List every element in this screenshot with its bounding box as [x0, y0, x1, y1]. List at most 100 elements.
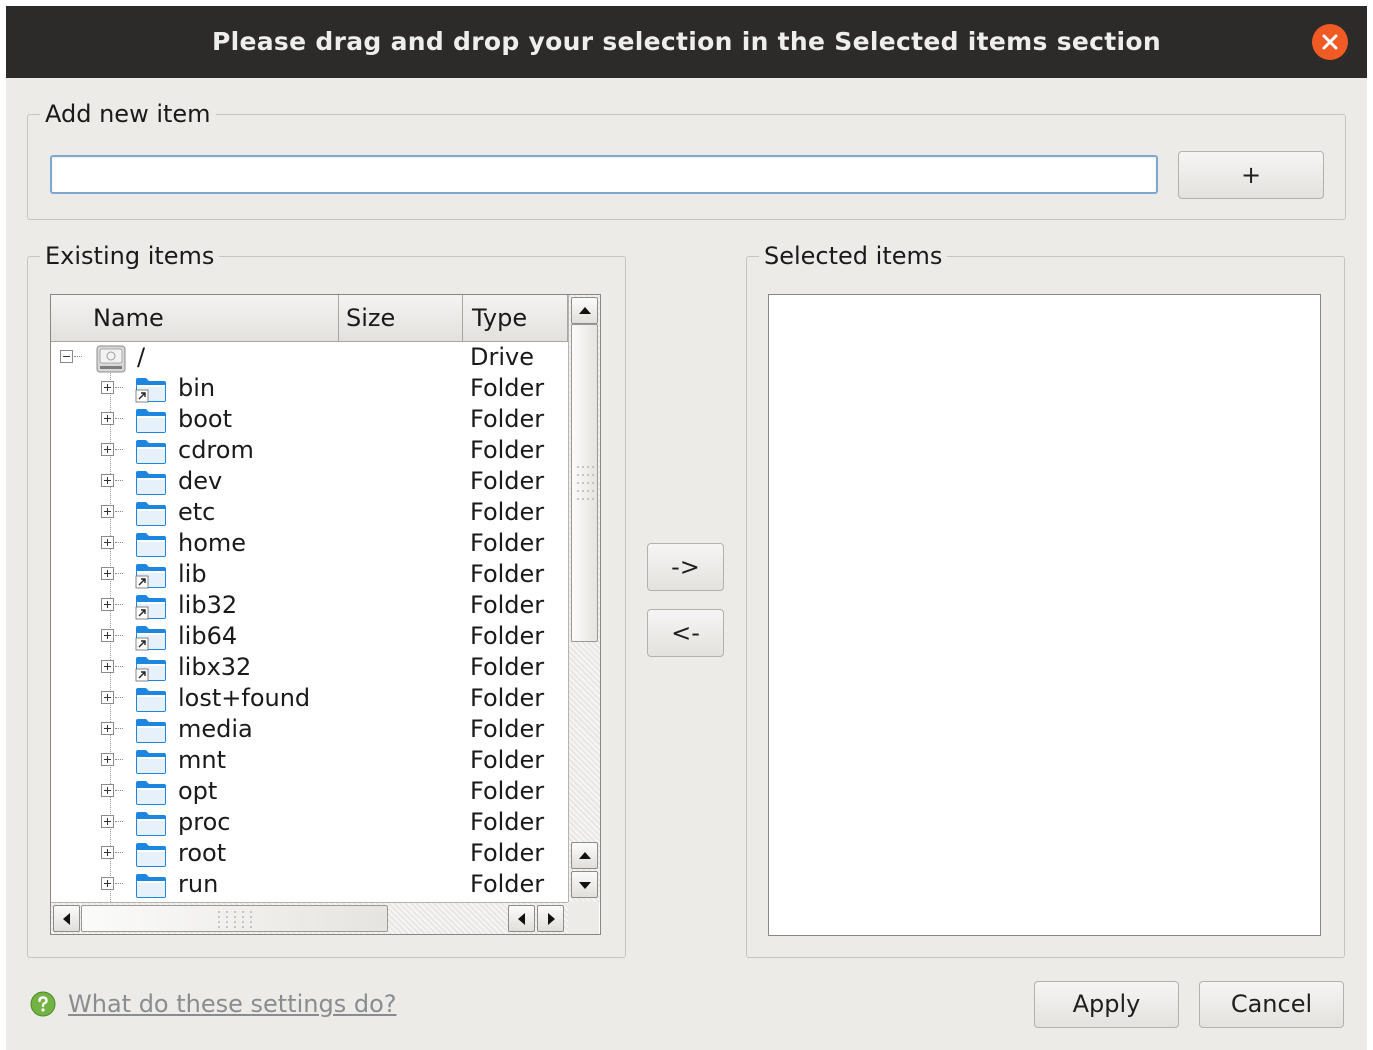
horizontal-scrollbar[interactable]	[51, 902, 568, 934]
tree-connector	[115, 573, 123, 574]
tree-row[interactable]: cdrom Folder	[51, 435, 568, 466]
expand-icon[interactable]	[101, 691, 114, 704]
scroll-up-button[interactable]	[571, 297, 598, 324]
column-header-name[interactable]: Name	[51, 295, 339, 341]
tree-connector	[115, 387, 123, 388]
row-type: Folder	[470, 653, 545, 681]
tree-row[interactable]: lib Folder	[51, 559, 568, 590]
folder-icon	[135, 685, 167, 713]
expand-icon[interactable]	[101, 474, 114, 487]
remove-from-selected-button[interactable]: <-	[647, 609, 724, 657]
arrow-right-icon	[548, 913, 555, 925]
row-name: home	[178, 529, 247, 557]
tree-row[interactable]: lib32 Folder	[51, 590, 568, 621]
tree-row[interactable]: run Folder	[51, 869, 568, 900]
tree-row[interactable]: etc Folder	[51, 497, 568, 528]
expand-icon[interactable]	[101, 567, 114, 580]
tree-connector	[115, 666, 123, 667]
add-item-button[interactable]: +	[1178, 151, 1324, 199]
close-button[interactable]	[1312, 24, 1348, 60]
tree-row[interactable]: opt Folder	[51, 776, 568, 807]
cancel-button[interactable]: Cancel	[1199, 981, 1344, 1028]
tree-connector	[115, 728, 123, 729]
scroll-corner	[568, 902, 599, 934]
tree-row[interactable]: dev Folder	[51, 466, 568, 497]
help-link[interactable]: What do these settings do?	[68, 988, 397, 1020]
row-name: root	[178, 839, 227, 867]
column-header-type[interactable]: Type	[463, 295, 568, 341]
tree-row[interactable]: proc Folder	[51, 807, 568, 838]
expand-icon[interactable]	[101, 536, 114, 549]
tree-connector	[115, 418, 123, 419]
expand-icon[interactable]	[101, 629, 114, 642]
existing-items-group: Existing items Name Size Type / Drive bin…	[27, 243, 626, 958]
scroll-right-button[interactable]	[537, 905, 564, 932]
folder-link-icon	[135, 561, 167, 589]
tree-row[interactable]: lib64 Folder	[51, 621, 568, 652]
expand-icon[interactable]	[101, 784, 114, 797]
row-type: Folder	[470, 715, 545, 743]
row-type: Folder	[470, 374, 545, 402]
tree-row[interactable]: mnt Folder	[51, 745, 568, 776]
tree-connector	[115, 697, 123, 698]
vertical-scroll-thumb[interactable]	[571, 324, 598, 642]
expand-icon[interactable]	[101, 598, 114, 611]
folder-icon	[135, 778, 167, 806]
expand-icon[interactable]	[101, 877, 114, 890]
expand-icon[interactable]	[101, 722, 114, 735]
selected-items-list[interactable]	[768, 294, 1321, 936]
arrow-up-icon	[579, 307, 591, 314]
tree-row[interactable]: home Folder	[51, 528, 568, 559]
expand-icon[interactable]	[101, 660, 114, 673]
scroll-left-button[interactable]	[53, 905, 80, 932]
horizontal-scroll-thumb[interactable]	[81, 905, 388, 932]
tree-row[interactable]: root Folder	[51, 838, 568, 869]
selected-items-group: Selected items	[746, 243, 1345, 958]
apply-button[interactable]: Apply	[1034, 981, 1179, 1028]
arrow-down-icon	[579, 882, 591, 889]
vertical-scrollbar[interactable]	[568, 295, 600, 902]
row-type: Folder	[470, 529, 545, 557]
tree-header: Name Size Type	[51, 295, 568, 342]
new-item-input[interactable]	[50, 155, 1158, 194]
tree-connector	[115, 449, 123, 450]
tree-row[interactable]: bin Folder	[51, 373, 568, 404]
title-bar[interactable]: Please drag and drop your selection in t…	[6, 6, 1367, 78]
tree-row[interactable]: boot Folder	[51, 404, 568, 435]
row-name: libx32	[178, 653, 252, 681]
folder-icon	[135, 468, 167, 496]
row-name: bin	[178, 374, 216, 402]
expand-icon[interactable]	[101, 412, 114, 425]
row-name: boot	[178, 405, 233, 433]
tree-row[interactable]: lost+found Folder	[51, 683, 568, 714]
row-type: Folder	[470, 405, 545, 433]
folder-icon	[135, 530, 167, 558]
row-name: /	[137, 343, 146, 371]
tree-row[interactable]: media Folder	[51, 714, 568, 745]
row-type: Folder	[470, 591, 545, 619]
move-to-selected-button[interactable]: ->	[647, 543, 724, 591]
row-type: Folder	[470, 808, 545, 836]
expand-icon[interactable]	[101, 443, 114, 456]
collapse-icon[interactable]	[60, 350, 73, 363]
expand-icon[interactable]	[101, 846, 114, 859]
scroll-down-button[interactable]	[571, 871, 598, 898]
tree-row[interactable]: libx32 Folder	[51, 652, 568, 683]
tree-row[interactable]: / Drive	[51, 342, 568, 373]
arrow-left-icon	[63, 913, 70, 925]
expand-icon[interactable]	[101, 505, 114, 518]
scroll-up-button-lower[interactable]	[571, 842, 598, 869]
file-tree[interactable]: Name Size Type / Drive bin Folder boot Fold…	[50, 294, 601, 935]
column-header-size[interactable]: Size	[339, 295, 463, 341]
folder-icon	[135, 747, 167, 775]
expand-icon[interactable]	[101, 753, 114, 766]
folder-link-icon	[135, 592, 167, 620]
add-new-item-group: Add new item +	[27, 101, 1346, 220]
folder-icon	[135, 499, 167, 527]
row-name: opt	[178, 777, 218, 805]
tree-connector	[115, 759, 123, 760]
expand-icon[interactable]	[101, 815, 114, 828]
expand-icon[interactable]	[101, 381, 114, 394]
scroll-left-button-right[interactable]	[508, 905, 535, 932]
row-name: media	[178, 715, 253, 743]
